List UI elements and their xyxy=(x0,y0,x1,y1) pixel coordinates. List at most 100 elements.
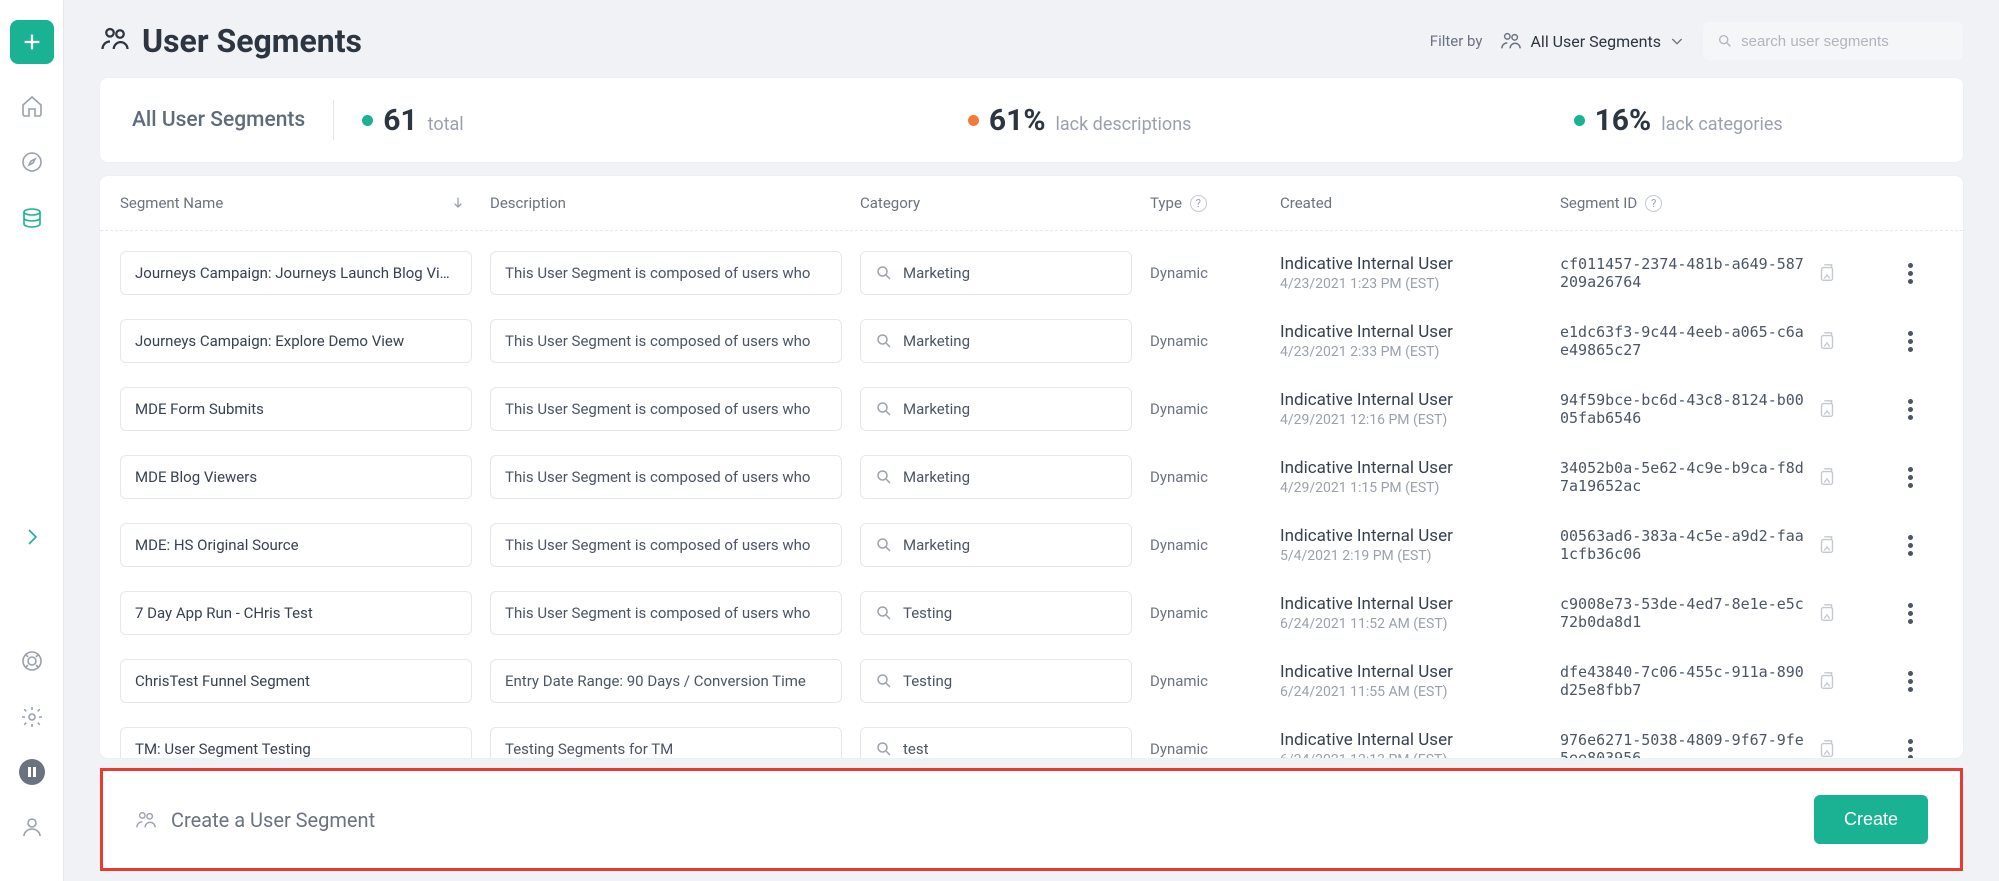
nav-account-icon[interactable] xyxy=(18,813,46,841)
cell-type: Dynamic xyxy=(1150,332,1280,350)
cell-type: Dynamic xyxy=(1150,400,1280,418)
table-row: 7 Day App Run - CHris Test This User Seg… xyxy=(120,579,1943,647)
nav-settings-icon[interactable] xyxy=(18,703,46,731)
search-icon xyxy=(875,264,893,282)
create-button[interactable]: Create xyxy=(1814,795,1928,844)
row-menu-button[interactable] xyxy=(1890,461,1930,494)
cell-segment-name[interactable]: Journeys Campaign: Explore Demo View xyxy=(120,319,472,363)
table-row: MDE Blog Viewers This User Segment is co… xyxy=(120,443,1943,511)
nav-data-icon[interactable] xyxy=(18,204,46,232)
stat-total-label: total xyxy=(428,114,464,135)
col-description[interactable]: Description xyxy=(490,194,860,212)
cell-description[interactable]: Testing Segments for TM xyxy=(490,727,842,758)
cell-type: Dynamic xyxy=(1150,264,1280,282)
cell-segment-name[interactable]: MDE Blog Viewers xyxy=(120,455,472,499)
cell-type: Dynamic xyxy=(1150,536,1280,554)
stats-card: All User Segments 61 total 61% lack desc… xyxy=(100,78,1963,162)
nav-home-icon[interactable] xyxy=(18,92,46,120)
cell-description[interactable]: This User Segment is composed of users w… xyxy=(490,251,842,295)
nav-compass-icon[interactable] xyxy=(18,148,46,176)
search-icon xyxy=(875,468,893,486)
cell-category[interactable]: Testing xyxy=(860,659,1132,703)
cell-description[interactable]: This User Segment is composed of users w… xyxy=(490,319,842,363)
cell-category[interactable]: Marketing xyxy=(860,251,1132,295)
sidebar xyxy=(0,0,64,881)
cell-segment-id: 00563ad6-383a-4c5e-a9d2-faa1cfb36c06 xyxy=(1560,527,1890,563)
help-icon[interactable]: ? xyxy=(1190,195,1207,212)
copy-icon[interactable] xyxy=(1816,330,1838,352)
row-menu-button[interactable] xyxy=(1890,257,1930,290)
cell-description[interactable]: This User Segment is composed of users w… xyxy=(490,591,842,635)
create-segment-bar: Create a User Segment Create xyxy=(100,768,1963,871)
help-icon[interactable]: ? xyxy=(1645,195,1662,212)
stat-cat-value: 16% xyxy=(1595,103,1652,138)
cell-segment-name[interactable]: Journeys Campaign: Journeys Launch Blog … xyxy=(120,251,472,295)
cell-created: Indicative Internal User 6/24/2021 12:13… xyxy=(1280,730,1560,758)
divider xyxy=(333,100,334,140)
cell-created: Indicative Internal User 4/23/2021 1:23 … xyxy=(1280,254,1560,292)
cell-segment-id: c9008e73-53de-4ed7-8e1e-e5c72b0da8d1 xyxy=(1560,595,1890,631)
segments-table: Segment Name Description Category Type ?… xyxy=(100,176,1963,758)
row-menu-button[interactable] xyxy=(1890,529,1930,562)
search-icon xyxy=(1717,32,1733,50)
stat-cat-label: lack categories xyxy=(1661,114,1783,135)
row-menu-button[interactable] xyxy=(1890,597,1930,630)
copy-icon[interactable] xyxy=(1816,398,1838,420)
nav-expand-icon[interactable] xyxy=(18,523,46,551)
col-type[interactable]: Type ? xyxy=(1150,194,1280,212)
nav-help-icon[interactable] xyxy=(18,647,46,675)
cell-created: Indicative Internal User 6/24/2021 11:55… xyxy=(1280,662,1560,700)
filter-dropdown[interactable]: All User Segments xyxy=(1500,30,1685,52)
col-category[interactable]: Category xyxy=(860,194,1150,212)
row-menu-button[interactable] xyxy=(1890,665,1930,698)
col-segment-id[interactable]: Segment ID ? xyxy=(1560,194,1930,212)
col-segment-name[interactable]: Segment Name xyxy=(120,194,490,212)
row-menu-button[interactable] xyxy=(1890,393,1930,426)
cell-type: Dynamic xyxy=(1150,740,1280,758)
stat-total-value: 61 xyxy=(383,103,417,138)
chevron-down-icon xyxy=(1669,33,1685,49)
cell-segment-name[interactable]: 7 Day App Run - CHris Test xyxy=(120,591,472,635)
cell-description[interactable]: This User Segment is composed of users w… xyxy=(490,523,842,567)
cell-segment-name[interactable]: TM: User Segment Testing xyxy=(120,727,472,758)
copy-icon[interactable] xyxy=(1816,670,1838,692)
cell-category[interactable]: Marketing xyxy=(860,455,1132,499)
cell-created: Indicative Internal User 4/29/2021 12:16… xyxy=(1280,390,1560,428)
search-icon xyxy=(875,672,893,690)
cell-segment-name[interactable]: MDE Form Submits xyxy=(120,387,472,431)
cell-category[interactable]: Marketing xyxy=(860,319,1132,363)
add-button[interactable] xyxy=(10,20,54,64)
copy-icon[interactable] xyxy=(1816,738,1838,758)
search-input[interactable] xyxy=(1741,33,1949,50)
stats-heading: All User Segments xyxy=(132,108,305,132)
nav-pause-icon[interactable] xyxy=(19,759,45,785)
cell-segment-id: dfe43840-7c06-455c-911a-890d25e8fbb7 xyxy=(1560,663,1890,699)
copy-icon[interactable] xyxy=(1816,602,1838,624)
row-menu-button[interactable] xyxy=(1890,325,1930,358)
table-row: MDE: HS Original Source This User Segmen… xyxy=(120,511,1943,579)
cell-segment-name[interactable]: MDE: HS Original Source xyxy=(120,523,472,567)
people-icon xyxy=(135,809,157,831)
create-segment-label: Create a User Segment xyxy=(171,808,375,832)
sort-down-icon xyxy=(450,195,466,211)
copy-icon[interactable] xyxy=(1816,534,1838,556)
cell-description[interactable]: This User Segment is composed of users w… xyxy=(490,455,842,499)
stat-desc-value: 61% xyxy=(989,103,1046,138)
copy-icon[interactable] xyxy=(1816,262,1838,284)
cell-category[interactable]: test xyxy=(860,727,1132,758)
page-title-icon xyxy=(100,24,130,58)
cell-category[interactable]: Testing xyxy=(860,591,1132,635)
cell-segment-id: 94f59bce-bc6d-43c8-8124-b0005fab6546 xyxy=(1560,391,1890,427)
cell-type: Dynamic xyxy=(1150,672,1280,690)
cell-category[interactable]: Marketing xyxy=(860,387,1132,431)
cell-type: Dynamic xyxy=(1150,604,1280,622)
cell-category[interactable]: Marketing xyxy=(860,523,1132,567)
cell-description[interactable]: Entry Date Range: 90 Days / Conversion T… xyxy=(490,659,842,703)
cell-description[interactable]: This User Segment is composed of users w… xyxy=(490,387,842,431)
col-created[interactable]: Created xyxy=(1280,194,1560,212)
copy-icon[interactable] xyxy=(1816,466,1838,488)
search-icon xyxy=(875,740,893,758)
row-menu-button[interactable] xyxy=(1890,733,1930,759)
cell-segment-name[interactable]: ChrisTest Funnel Segment xyxy=(120,659,472,703)
search-icon xyxy=(875,400,893,418)
